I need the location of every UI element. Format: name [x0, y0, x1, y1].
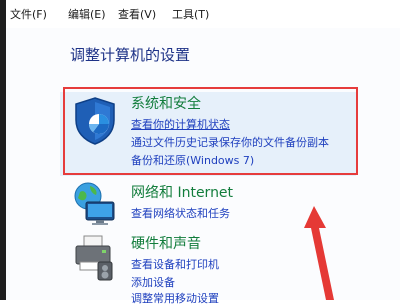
annotation-arrow: [304, 206, 334, 300]
